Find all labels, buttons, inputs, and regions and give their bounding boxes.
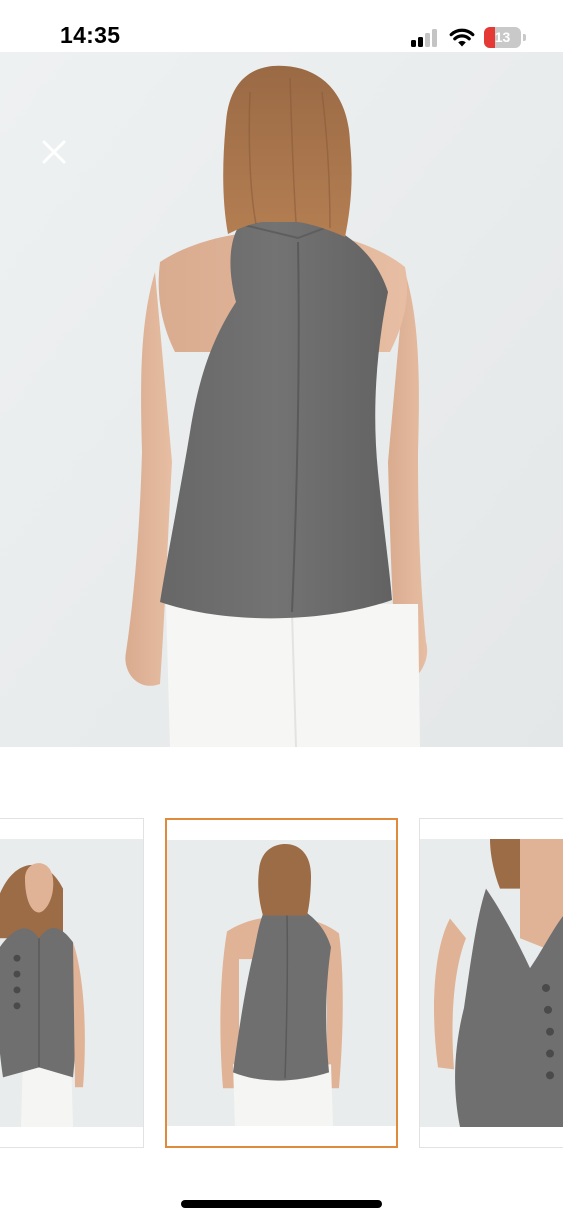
thumbnail-2[interactable]: [419, 818, 563, 1148]
thumbnail-1[interactable]: [165, 818, 398, 1148]
battery-level: 13: [494, 29, 511, 45]
signal-icon: [411, 29, 439, 47]
main-product-image[interactable]: [0, 52, 563, 747]
status-bar: 14:35 13: [0, 0, 563, 52]
home-indicator[interactable]: [181, 1200, 382, 1208]
close-icon: [42, 140, 66, 164]
wifi-icon: [449, 28, 475, 47]
thumbnail-strip: [0, 818, 563, 1150]
thumbnail-0[interactable]: [0, 818, 144, 1148]
battery-icon: 13: [484, 27, 526, 48]
close-button[interactable]: [36, 134, 72, 170]
status-time: 14:35: [60, 22, 121, 48]
